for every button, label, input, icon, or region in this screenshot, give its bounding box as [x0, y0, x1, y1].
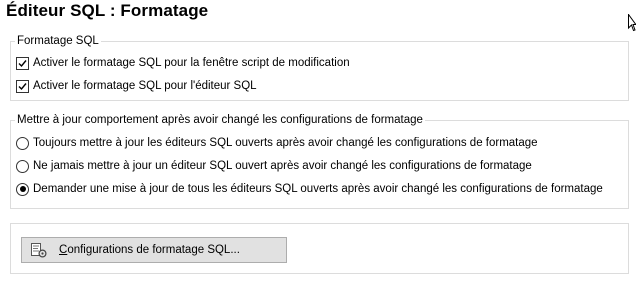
formatting-configurations-button[interactable]: Configurations de formatage SQL...: [21, 237, 287, 263]
formatting-group: Formatage SQL Activer le formatage SQL p…: [10, 34, 629, 101]
checkbox-checked-icon[interactable]: [16, 79, 29, 93]
config-button-panel: Configurations de formatage SQL...: [10, 223, 629, 274]
checkbox-label: Activer le formatage SQL pour l'éditeur …: [33, 80, 257, 92]
radio-label: Demander une mise à jour de tous les édi…: [33, 183, 603, 195]
always-update-radio[interactable]: Toujours mettre à jour les éditeurs SQL …: [16, 135, 538, 151]
enable-script-window-formatting-checkbox[interactable]: Activer le formatage SQL pour la fenêtre…: [16, 55, 350, 71]
update-behavior-group-legend: Mettre à jour comportement après avoir c…: [15, 113, 425, 127]
radio-selected-icon[interactable]: [16, 182, 29, 196]
page-title: Éditeur SQL : Formatage: [6, 1, 209, 20]
checkbox-checked-icon[interactable]: [16, 56, 29, 70]
radio-unselected-icon[interactable]: [16, 159, 29, 173]
radio-label: Ne jamais mettre à jour un éditeur SQL o…: [33, 160, 532, 172]
checkbox-label: Activer le formatage SQL pour la fenêtre…: [33, 57, 350, 69]
radio-label: Toujours mettre à jour les éditeurs SQL …: [33, 137, 538, 149]
formatting-config-icon: [31, 243, 47, 258]
never-update-radio[interactable]: Ne jamais mettre à jour un éditeur SQL o…: [16, 158, 532, 174]
button-label: Configurations de formatage SQL...: [59, 244, 240, 256]
mouse-pointer-icon: [628, 14, 636, 32]
button-label-rest: onfigurations de formatage SQL...: [67, 244, 240, 256]
ask-update-radio[interactable]: Demander une mise à jour de tous les édi…: [16, 181, 603, 197]
enable-sql-editor-formatting-checkbox[interactable]: Activer le formatage SQL pour l'éditeur …: [16, 78, 257, 94]
update-behavior-group: Mettre à jour comportement après avoir c…: [10, 113, 629, 209]
formatting-group-legend: Formatage SQL: [15, 34, 101, 48]
radio-dot: [19, 186, 26, 192]
radio-unselected-icon[interactable]: [16, 136, 29, 150]
